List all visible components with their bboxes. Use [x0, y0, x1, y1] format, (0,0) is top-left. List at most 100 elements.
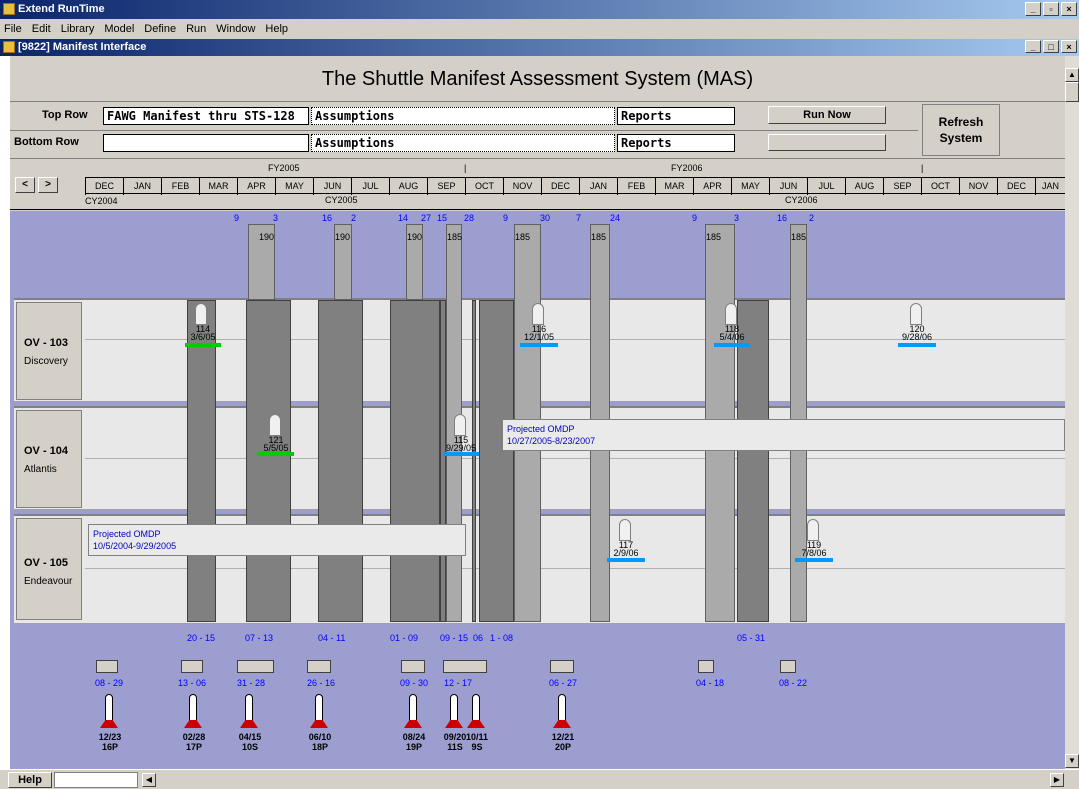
- bottom-run-button[interactable]: [768, 134, 886, 151]
- child-close-button[interactable]: ×: [1061, 40, 1077, 53]
- month: AUG: [845, 178, 883, 195]
- rocket-date: 10/11: [465, 732, 489, 742]
- top-row-label: Top Row: [42, 109, 88, 121]
- mission-marker: [258, 452, 294, 456]
- menu-library[interactable]: Library: [61, 23, 95, 35]
- increment-box[interactable]: [96, 660, 118, 673]
- shuttle-icon: [195, 303, 207, 325]
- rocket-date: 04/15: [238, 732, 262, 742]
- month: SEP: [883, 178, 921, 195]
- mission-marker: [898, 343, 936, 347]
- increment-box[interactable]: [307, 660, 331, 673]
- timeline-prev-button[interactable]: <: [15, 177, 35, 193]
- scroll-thumb[interactable]: [1065, 82, 1079, 102]
- status-bar: Help ◀ ▶: [0, 769, 1079, 789]
- menu-file[interactable]: File: [4, 23, 22, 35]
- refresh-system-button[interactable]: Refresh System: [922, 104, 1000, 156]
- top-number: 16: [322, 213, 333, 223]
- timeline-next-button[interactable]: >: [38, 177, 58, 193]
- mission-date: 3/6/05: [190, 332, 216, 342]
- month: MAR: [199, 178, 237, 195]
- top-number: 9: [503, 213, 509, 223]
- processing-bar: [472, 300, 476, 622]
- close-button[interactable]: ×: [1061, 2, 1077, 16]
- menu-window[interactable]: Window: [216, 23, 255, 35]
- month: DEC: [997, 178, 1035, 195]
- vertical-scrollbar[interactable]: ▲ ▼: [1065, 56, 1079, 769]
- menu-help[interactable]: Help: [265, 23, 288, 35]
- rocket[interactable]: 06/10 18P: [305, 694, 335, 760]
- month: JAN: [123, 178, 161, 195]
- top-number: 28: [464, 213, 475, 223]
- rocket[interactable]: 02/28 17P: [179, 694, 209, 760]
- fy-tick: |: [921, 163, 924, 173]
- omdp-range: 10/27/2005-8/23/2007: [507, 436, 596, 446]
- top-number: 3: [734, 213, 740, 223]
- omdp-range: 10/5/2004-9/29/2005: [93, 541, 177, 551]
- increment-box[interactable]: [401, 660, 425, 673]
- bottom-row-assumptions-field[interactable]: Assumptions: [311, 134, 615, 152]
- top-row-reports-field[interactable]: Reports: [617, 107, 735, 125]
- increment-box[interactable]: [181, 660, 203, 673]
- fy-label: FY2005: [268, 163, 300, 173]
- processing-bar: [737, 300, 769, 622]
- range-label: 07 - 13: [245, 633, 274, 643]
- rocket[interactable]: 12/21 20P: [548, 694, 578, 760]
- increment-range: 13 - 06: [178, 678, 207, 688]
- rocket-date: 08/24: [402, 732, 426, 742]
- processing-bar: [479, 300, 514, 622]
- divider: [10, 158, 1065, 159]
- rocket[interactable]: 08/24 19P: [399, 694, 429, 760]
- maximize-button[interactable]: ▫: [1043, 2, 1059, 16]
- run-now-button[interactable]: Run Now: [768, 106, 886, 124]
- omdp-title: Projected OMDP: [507, 424, 575, 434]
- menu-edit[interactable]: Edit: [32, 23, 51, 35]
- scroll-right-icon[interactable]: ▶: [1050, 773, 1064, 787]
- bottom-row-manifest-field[interactable]: [103, 134, 309, 152]
- rocket-fins-icon: [553, 720, 571, 728]
- processing-bar: [390, 300, 440, 622]
- orbiter-sub: Endeavour: [24, 576, 73, 587]
- increment-box[interactable]: [780, 660, 796, 673]
- shuttle-icon: [807, 519, 819, 541]
- increment-box[interactable]: [550, 660, 574, 673]
- increment-box[interactable]: [237, 660, 274, 673]
- app-icon: [3, 3, 15, 15]
- minimize-button[interactable]: _: [1025, 2, 1041, 16]
- month: JUL: [807, 178, 845, 195]
- increment-range: 09 - 30: [400, 678, 429, 688]
- duration-label: 190: [335, 232, 351, 242]
- rocket[interactable]: 04/15 10S: [235, 694, 265, 760]
- rocket[interactable]: 10/11 9S: [462, 694, 492, 760]
- top-number: 15: [437, 213, 448, 223]
- scroll-down-icon[interactable]: ▼: [1065, 754, 1079, 768]
- range-label: 09 - 15: [440, 633, 469, 643]
- increment-range: 26 - 16: [307, 678, 336, 688]
- scroll-left-icon[interactable]: ◀: [142, 773, 156, 787]
- rocket-id: 19P: [405, 742, 422, 752]
- increment-box[interactable]: [698, 660, 714, 673]
- top-number: 16: [777, 213, 788, 223]
- duration-label: 185: [706, 232, 722, 242]
- top-row-assumptions-field[interactable]: Assumptions: [311, 107, 615, 125]
- month: MAY: [731, 178, 769, 195]
- orbiter-sub: Discovery: [24, 356, 68, 367]
- app-title: Extend RunTime: [18, 3, 105, 15]
- top-number: 27: [421, 213, 432, 223]
- divider: [10, 130, 918, 131]
- child-minimize-button[interactable]: _: [1025, 40, 1041, 53]
- child-restore-button[interactable]: □: [1043, 40, 1059, 53]
- month: JUL: [351, 178, 389, 195]
- menu-run[interactable]: Run: [186, 23, 206, 35]
- menu-model[interactable]: Model: [104, 23, 134, 35]
- help-button[interactable]: Help: [8, 772, 52, 788]
- rocket[interactable]: 12/23 16P: [95, 694, 125, 760]
- menu-define[interactable]: Define: [144, 23, 176, 35]
- rocket-date: 02/28: [182, 732, 206, 742]
- month: AUG: [389, 178, 427, 195]
- bottom-row-reports-field[interactable]: Reports: [617, 134, 735, 152]
- top-row-manifest-field[interactable]: FAWG Manifest thru STS-128: [103, 107, 309, 125]
- scroll-up-icon[interactable]: ▲: [1065, 68, 1079, 82]
- increment-box[interactable]: [443, 660, 487, 673]
- month: JAN: [1035, 178, 1065, 195]
